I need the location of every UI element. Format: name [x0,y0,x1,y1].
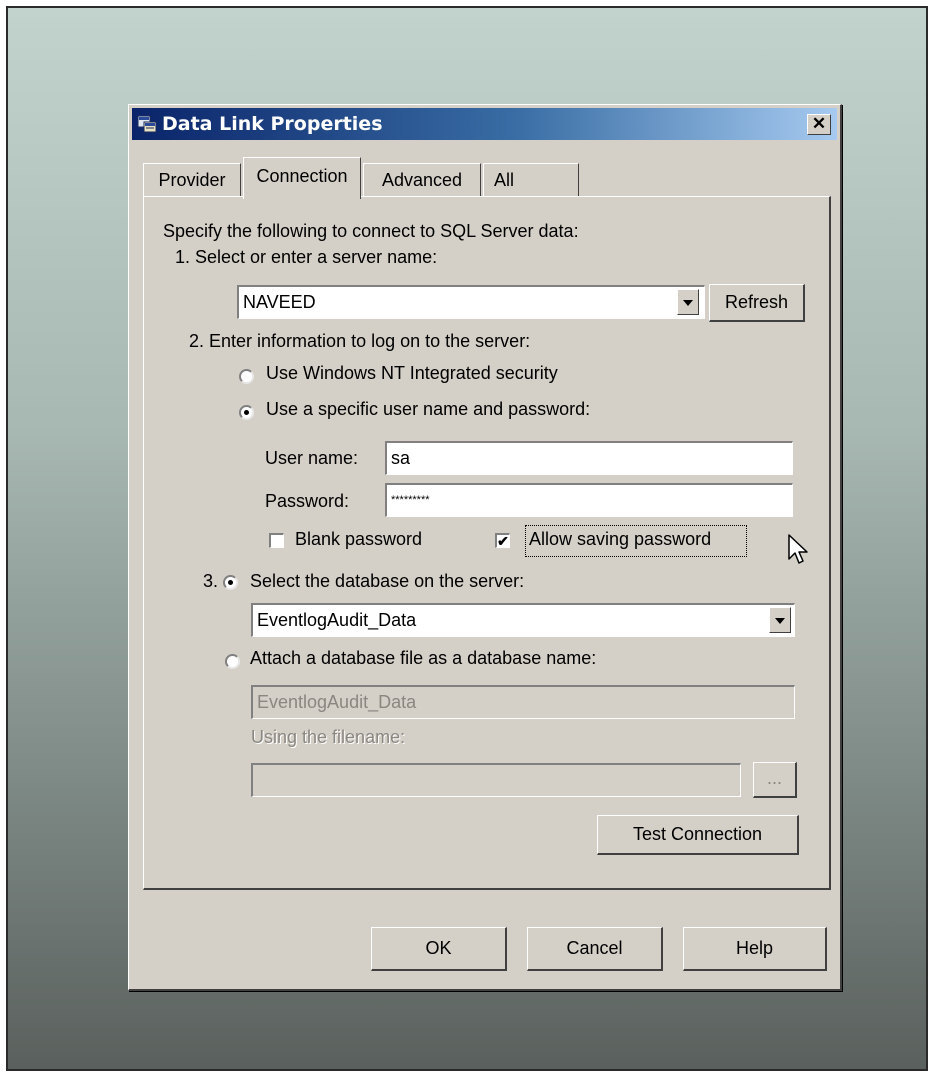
title-bar[interactable]: Data Link Properties ✕ [132,108,837,140]
window-title: Data Link Properties [162,113,383,135]
help-button-label: Help [735,938,774,958]
tab-connection[interactable]: Connection [243,157,361,199]
cancel-button[interactable]: Cancel [527,927,663,971]
close-button[interactable]: ✕ [807,114,831,135]
tab-provider-label: Provider [158,170,226,190]
connection-tab-panel [143,196,831,890]
data-link-icon [137,115,157,133]
close-icon: ✕ [811,114,827,133]
tab-provider[interactable]: Provider [143,163,241,197]
tab-advanced-label: Advanced [381,170,463,190]
data-link-properties-dialog: Data Link Properties ✕ Provider Connecti… [128,104,842,991]
ok-button-label: OK [425,938,452,958]
cancel-button-label: Cancel [566,938,623,958]
tab-advanced[interactable]: Advanced [363,163,481,197]
desktop-background: Data Link Properties ✕ Provider Connecti… [6,6,928,1071]
tab-all-label: All [494,170,515,190]
ok-button[interactable]: OK [371,927,507,971]
tab-all[interactable]: All [483,163,579,197]
tab-connection-label: Connection [256,166,348,186]
help-button[interactable]: Help [683,927,827,971]
